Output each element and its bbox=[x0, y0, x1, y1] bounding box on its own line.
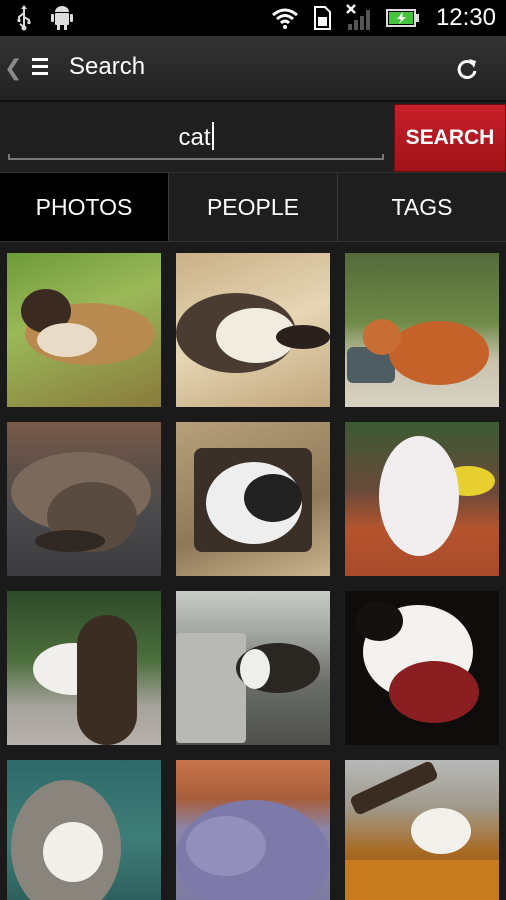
photo-thumbnail[interactable] bbox=[176, 760, 330, 900]
tab-people[interactable]: PEOPLE bbox=[169, 173, 338, 241]
photo-thumbnail[interactable] bbox=[345, 253, 499, 407]
refresh-icon[interactable] bbox=[456, 58, 478, 80]
photo-thumbnail[interactable] bbox=[345, 760, 499, 900]
photo-thumbnail[interactable] bbox=[7, 760, 161, 900]
tab-photos[interactable]: PHOTOS bbox=[0, 173, 169, 241]
photo-thumbnail[interactable] bbox=[7, 591, 161, 745]
photo-thumbnail[interactable] bbox=[7, 422, 161, 576]
photo-thumbnail[interactable] bbox=[176, 422, 330, 576]
photo-thumbnail[interactable] bbox=[7, 253, 161, 407]
tab-tags[interactable]: TAGS bbox=[338, 173, 506, 241]
action-bar: ❮ Search bbox=[0, 36, 506, 102]
photo-thumbnail[interactable] bbox=[176, 591, 330, 745]
status-bar: 12:30 bbox=[0, 0, 506, 36]
sd-card-icon bbox=[310, 4, 334, 32]
tab-bar: PHOTOS PEOPLE TAGS bbox=[0, 172, 506, 242]
hamburger-menu-icon[interactable] bbox=[32, 58, 48, 76]
search-button[interactable]: SEARCH bbox=[394, 104, 506, 172]
photo-thumbnail[interactable] bbox=[345, 422, 499, 576]
usb-icon bbox=[12, 4, 36, 32]
page-title: Search bbox=[69, 53, 146, 80]
battery-charging-icon bbox=[385, 4, 420, 32]
search-input-underline bbox=[8, 154, 384, 160]
photo-thumbnail[interactable] bbox=[345, 591, 499, 745]
no-signal-icon bbox=[344, 4, 376, 32]
chevron-left-icon[interactable]: ❮ bbox=[4, 56, 22, 81]
android-debug-icon bbox=[50, 4, 74, 32]
wifi-icon bbox=[270, 4, 300, 32]
photo-grid bbox=[0, 242, 506, 900]
photo-thumbnail[interactable] bbox=[176, 253, 330, 407]
search-bar: cat SEARCH bbox=[0, 102, 506, 172]
search-query: cat bbox=[178, 124, 211, 151]
text-caret bbox=[211, 122, 214, 150]
clock: 12:30 bbox=[435, 4, 496, 31]
